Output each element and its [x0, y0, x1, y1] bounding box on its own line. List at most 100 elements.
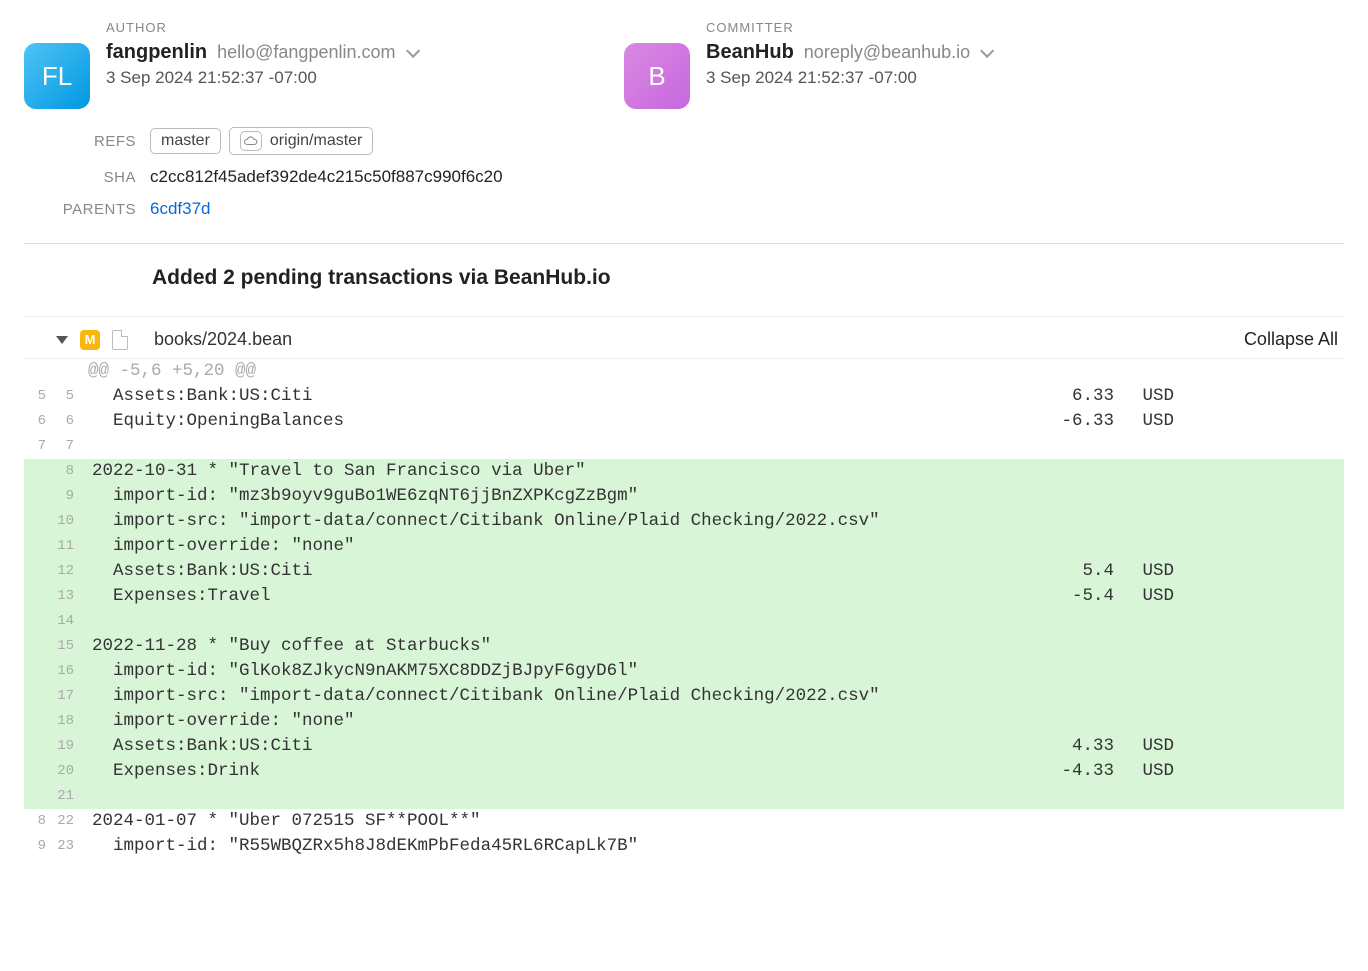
diff-line-added: 11 import-override: "none" — [24, 534, 1344, 559]
new-line-number: 17 — [52, 684, 80, 709]
ref-local-branch[interactable]: master — [150, 128, 221, 154]
posting-currency: USD — [1142, 409, 1174, 434]
old-line-number — [24, 784, 52, 809]
modified-badge: M — [80, 330, 100, 350]
refs-label: REFS — [24, 133, 150, 150]
new-line-number: 14 — [52, 609, 80, 634]
old-line-number — [24, 534, 52, 559]
diff-line-added: 18 import-override: "none" — [24, 709, 1344, 734]
new-line-number: 21 — [52, 784, 80, 809]
diff-line-added: 12 Assets:Bank:US:Citi 5.4USD — [24, 559, 1344, 584]
author-avatar: FL — [24, 43, 90, 109]
diff-line-context: 8222024-01-07 * "Uber 072515 SF**POOL**" — [24, 809, 1344, 834]
committer-name: BeanHub — [706, 41, 794, 64]
new-line-number: 16 — [52, 659, 80, 684]
old-line-number: 6 — [24, 409, 52, 434]
diff-line-added: 20 Expenses:Drink -4.33USD — [24, 759, 1344, 784]
diff-line-added: 21 — [24, 784, 1344, 809]
old-line-number — [24, 459, 52, 484]
diff-code: import-id: "mz3b9oyv9guBo1WE6zqNT6jjBnZX… — [84, 484, 1344, 509]
diff-line-added: 9 import-id: "mz3b9oyv9guBo1WE6zqNT6jjBn… — [24, 484, 1344, 509]
collapse-all-button[interactable]: Collapse All — [1244, 329, 1344, 350]
new-line-number: 9 — [52, 484, 80, 509]
ref-remote-branch[interactable]: origin/master — [229, 127, 373, 155]
diff-code — [84, 784, 1344, 809]
diff-code — [84, 434, 1344, 459]
diff-line-context: 66 Equity:OpeningBalances -6.33USD — [24, 409, 1344, 434]
old-line-number — [24, 734, 52, 759]
diff-line-context: 77 — [24, 434, 1344, 459]
diff-code — [84, 609, 1344, 634]
diff-line-added: 19 Assets:Bank:US:Citi 4.33USD — [24, 734, 1344, 759]
old-line-number — [24, 634, 52, 659]
diff-code: import-src: "import-data/connect/Citiban… — [84, 684, 1344, 709]
posting-currency: USD — [1142, 759, 1174, 784]
file-icon — [112, 330, 128, 350]
diff-code: 2022-11-28 * "Buy coffee at Starbucks" — [84, 634, 1344, 659]
author-name: fangpenlin — [106, 41, 207, 64]
posting-amount: -4.33 — [1051, 759, 1114, 784]
old-line-number: 9 — [24, 834, 52, 859]
posting-currency: USD — [1142, 584, 1174, 609]
posting-currency: USD — [1142, 734, 1174, 759]
posting-amount: -5.4 — [1051, 584, 1114, 609]
new-line-number: 5 — [52, 384, 80, 409]
new-line-number: 23 — [52, 834, 80, 859]
posting-amount: 6.33 — [1051, 384, 1114, 409]
committer-email: noreply@beanhub.io — [804, 42, 970, 63]
diff-code: import-id: "GlKok8ZJkycN9nAKM75XC8DDZjBJ… — [84, 659, 1344, 684]
old-line-number — [24, 659, 52, 684]
diff-code: import-id: "R55WBQZRx5h8J8dEKmPbFeda45RL… — [84, 834, 1344, 859]
diff-line-added: 16 import-id: "GlKok8ZJkycN9nAKM75XC8DDZ… — [24, 659, 1344, 684]
new-line-number: 20 — [52, 759, 80, 784]
old-line-number: 7 — [24, 434, 52, 459]
parent-commit-link[interactable]: 6cdf37d — [150, 199, 211, 218]
new-line-number: 7 — [52, 434, 80, 459]
diff-line-context: 55 Assets:Bank:US:Citi 6.33USD — [24, 384, 1344, 409]
old-line-number — [24, 684, 52, 709]
new-line-number: 6 — [52, 409, 80, 434]
committer-avatar: B — [624, 43, 690, 109]
diff-code: import-override: "none" — [84, 709, 1344, 734]
chevron-down-icon[interactable] — [406, 43, 420, 57]
diff-line-added: 10 import-src: "import-data/connect/Citi… — [24, 509, 1344, 534]
old-line-number: 5 — [24, 384, 52, 409]
author-date: 3 Sep 2024 21:52:37 -07:00 — [106, 68, 416, 88]
posting-currency: USD — [1142, 384, 1174, 409]
diff-line-added: 152022-11-28 * "Buy coffee at Starbucks" — [24, 634, 1344, 659]
old-line-number — [24, 484, 52, 509]
committer-block: B BeanHub noreply@beanhub.io 3 Sep 2024 … — [624, 41, 1184, 109]
file-path[interactable]: books/2024.bean — [154, 329, 292, 350]
new-line-number: 10 — [52, 509, 80, 534]
old-line-number — [24, 584, 52, 609]
diff-view: @@ -5,6 +5,20 @@ 55 Assets:Bank:US:Citi … — [24, 358, 1344, 859]
new-line-number: 11 — [52, 534, 80, 559]
new-line-number: 19 — [52, 734, 80, 759]
sha-value: c2cc812f45adef392de4c215c50f887c990f6c20 — [150, 167, 1344, 187]
new-line-number: 13 — [52, 584, 80, 609]
new-line-number: 15 — [52, 634, 80, 659]
diff-code: import-override: "none" — [84, 534, 1344, 559]
diff-code: 2022-10-31 * "Travel to San Francisco vi… — [84, 459, 1344, 484]
old-line-number — [24, 759, 52, 784]
posting-amount: 4.33 — [1051, 734, 1114, 759]
diff-line-added: 17 import-src: "import-data/connect/Citi… — [24, 684, 1344, 709]
ref-remote-label: origin/master — [270, 132, 362, 150]
commit-message: Added 2 pending transactions via BeanHub… — [152, 266, 1344, 290]
diff-code: 2024-01-07 * "Uber 072515 SF**POOL**" — [84, 809, 1344, 834]
author-role-label: AUTHOR — [106, 20, 584, 35]
parents-label: PARENTS — [24, 201, 150, 218]
refs-row: master origin/master — [150, 127, 1344, 155]
chevron-down-icon[interactable] — [980, 43, 994, 57]
file-disclosure-toggle[interactable] — [56, 336, 68, 344]
old-line-number — [24, 609, 52, 634]
divider — [24, 316, 1344, 317]
sha-label: SHA — [24, 169, 150, 186]
old-line-number — [24, 559, 52, 584]
posting-amount: 5.4 — [1051, 559, 1114, 584]
new-line-number: 18 — [52, 709, 80, 734]
hunk-header: @@ -5,6 +5,20 @@ — [24, 359, 1344, 384]
diff-line-added: 13 Expenses:Travel -5.4USD — [24, 584, 1344, 609]
cloud-icon — [240, 131, 262, 151]
diff-line-context: 923 import-id: "R55WBQZRx5h8J8dEKmPbFeda… — [24, 834, 1344, 859]
